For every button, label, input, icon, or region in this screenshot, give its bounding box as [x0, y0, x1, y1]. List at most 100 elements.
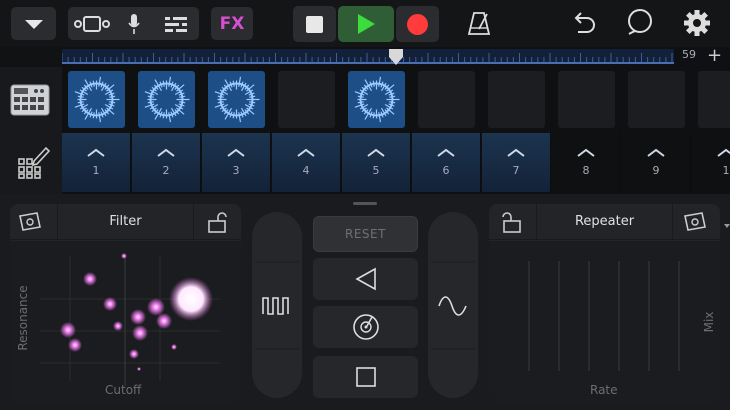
record-icon	[407, 13, 428, 35]
repeater-effect-select-button[interactable]	[683, 211, 709, 233]
timeline-ruler[interactable]: 59 +	[61, 45, 730, 67]
mixer-icon	[164, 15, 187, 33]
pad-column-8[interactable]: 8	[552, 133, 621, 192]
pad-number: 7	[512, 164, 520, 177]
chevron-up-icon	[437, 148, 455, 157]
reset-button[interactable]: RESET	[313, 216, 418, 252]
microphone-icon	[127, 13, 140, 34]
play-button[interactable]	[338, 6, 394, 42]
add-section-button[interactable]: +	[707, 45, 722, 66]
repeater-xy-field	[528, 261, 680, 371]
repeater-x-label: Rate	[590, 383, 618, 397]
gear-icon	[684, 10, 710, 36]
loop-cell[interactable]	[208, 71, 265, 128]
track-header-drum-machine[interactable]	[0, 67, 62, 131]
stop-button[interactable]	[293, 6, 336, 42]
filter-xy-pad[interactable]: Cutoff Resonance	[10, 241, 241, 402]
repeater-menu-arrow[interactable]	[724, 214, 730, 228]
loop-cell[interactable]	[68, 71, 125, 128]
pad-number: 4	[302, 164, 310, 177]
swap-effect-icon	[19, 212, 41, 231]
pad-column-6[interactable]: 6	[412, 133, 481, 192]
metronome-icon	[467, 12, 491, 35]
reverse-triangle-icon	[354, 267, 376, 291]
drag-handle[interactable]	[353, 202, 377, 205]
tracks-view-button[interactable]	[71, 7, 113, 40]
reverse-button[interactable]	[313, 258, 418, 300]
repeater-y-label: Mix	[702, 311, 716, 333]
empty-cell[interactable]	[628, 71, 685, 128]
chevron-up-icon	[297, 148, 315, 157]
chevron-down-icon	[724, 224, 730, 228]
chop-edit-button[interactable]	[0, 131, 62, 194]
chevron-down-icon	[24, 19, 43, 29]
pad-column-5[interactable]: 5	[342, 133, 411, 192]
microphone-button[interactable]	[113, 7, 155, 40]
filter-xy-field	[40, 253, 220, 386]
pad-column-4[interactable]: 4	[272, 133, 341, 192]
pad-column-2[interactable]: 2	[132, 133, 201, 192]
drum-machine-icon	[10, 84, 50, 116]
loop-waveform-icon	[74, 76, 120, 123]
filter-title: Filter	[109, 214, 142, 229]
pad-number: 2	[162, 164, 170, 177]
stop-square-icon	[355, 367, 376, 387]
pad-column-7[interactable]: 7	[482, 133, 551, 192]
downsampler-button[interactable]	[428, 212, 478, 398]
repeater-xy-pad[interactable]: Rate Mix	[489, 241, 720, 402]
chevron-up-icon	[87, 148, 105, 157]
chevron-up-icon	[577, 148, 595, 157]
repeater-lock-button[interactable]	[501, 211, 523, 233]
bar-number: 59	[682, 48, 696, 61]
pad-number: 3	[232, 164, 240, 177]
header-divider	[672, 204, 673, 240]
fx-label: FX	[219, 13, 245, 34]
loop-icon	[628, 9, 652, 35]
loop-cell[interactable]	[348, 71, 405, 128]
top-toolbar: FX	[0, 0, 730, 47]
empty-cell[interactable]	[488, 71, 545, 128]
empty-cell[interactable]	[558, 71, 615, 128]
loop-cell[interactable]	[138, 71, 195, 128]
chevron-up-icon	[227, 148, 245, 157]
scratch-button[interactable]	[313, 306, 418, 348]
touch-trail	[60, 253, 213, 371]
unlock-icon	[208, 212, 227, 233]
tracks-view-icon	[73, 15, 110, 32]
pad-column-1[interactable]: 1	[692, 133, 730, 192]
pad-column-1[interactable]: 1	[62, 133, 131, 192]
metronome-button[interactable]	[465, 9, 493, 37]
view-controls-group	[68, 7, 199, 40]
pad-column-9[interactable]: 9	[622, 133, 691, 192]
record-button[interactable]	[396, 6, 439, 42]
reset-label: RESET	[345, 227, 386, 241]
settings-button[interactable]	[682, 8, 712, 38]
undo-button[interactable]	[568, 9, 598, 37]
loop-waveform-icon	[354, 76, 400, 123]
chevron-up-icon	[647, 148, 665, 157]
fx-button[interactable]: FX	[211, 7, 253, 40]
repeater-title: Repeater	[574, 214, 635, 229]
mixer-button[interactable]	[155, 7, 197, 40]
empty-cell[interactable]	[698, 71, 730, 128]
empty-cell[interactable]	[418, 71, 475, 128]
chevron-up-icon	[507, 148, 525, 157]
playhead[interactable]	[388, 48, 404, 66]
gate-button[interactable]	[252, 212, 302, 398]
loop-browser-button[interactable]	[624, 7, 656, 39]
pad-column-3[interactable]: 3	[202, 133, 271, 192]
empty-cell[interactable]	[278, 71, 335, 128]
turntable-icon	[352, 314, 379, 340]
header-divider	[193, 204, 194, 240]
gate-square-wave-icon	[262, 297, 289, 315]
pad-edit-icon	[18, 146, 50, 179]
chevron-up-icon	[157, 148, 175, 157]
pad-number: 6	[442, 164, 450, 177]
filter-effect-select-button[interactable]	[18, 211, 44, 233]
pad-number: 1	[722, 164, 730, 177]
filter-lock-button[interactable]	[206, 211, 228, 233]
sine-wave-icon	[438, 296, 467, 316]
chevron-up-icon	[717, 148, 730, 157]
tape-stop-button[interactable]	[313, 356, 418, 398]
browser-button[interactable]	[11, 7, 56, 40]
